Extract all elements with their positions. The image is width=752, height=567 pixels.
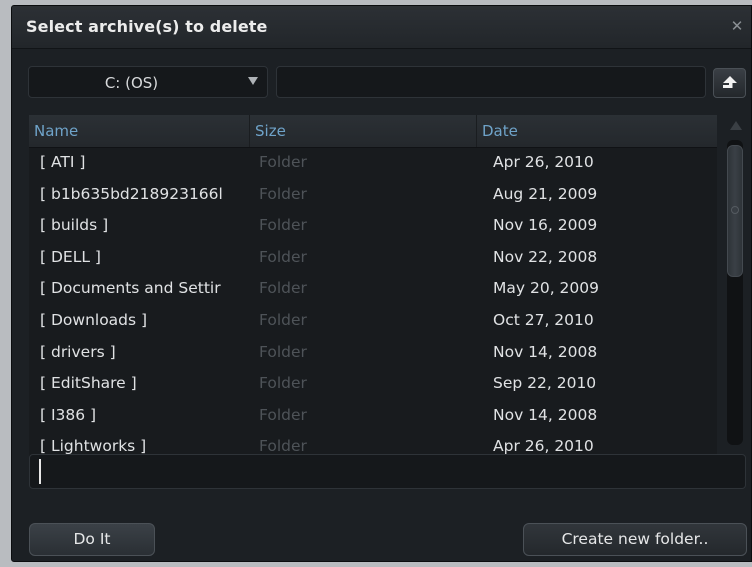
item-date: Apr 26, 2010 — [493, 437, 594, 456]
list-item[interactable]: [ b1b635bd218923166l Folder Aug 21, 2009 — [29, 180, 717, 212]
item-name: [ DELL ] — [40, 247, 101, 266]
item-name: [ I386 ] — [40, 405, 97, 424]
item-size: Folder — [259, 405, 307, 424]
text-caret — [39, 459, 41, 484]
column-header-date[interactable]: Date — [477, 115, 717, 147]
filename-input[interactable] — [29, 454, 746, 489]
list-item[interactable]: [ ATI ] Folder Apr 26, 2010 — [29, 148, 717, 180]
list-item[interactable]: [ EditShare ] Folder Sep 22, 2010 — [29, 369, 717, 401]
list-item[interactable]: [ builds ] Folder Nov 16, 2009 — [29, 211, 717, 243]
item-size: Folder — [259, 279, 307, 298]
item-date: Nov 14, 2008 — [493, 342, 598, 361]
item-name: [ ATI ] — [40, 153, 86, 171]
list-item[interactable]: [ drivers ] Folder Nov 14, 2008 — [29, 338, 717, 370]
item-name: [ Documents and Settir — [40, 279, 221, 298]
scroll-thumb[interactable] — [727, 145, 743, 277]
item-size: Folder — [259, 342, 307, 361]
list-item[interactable]: [ DELL ] Folder Nov 22, 2008 — [29, 243, 717, 275]
list-item[interactable]: [ Documents and Settir Folder May 20, 20… — [29, 274, 717, 306]
scroll-up-arrow-icon[interactable] — [730, 121, 742, 130]
item-name: [ b1b635bd218923166l — [40, 184, 223, 203]
column-header-name[interactable]: Name — [29, 115, 250, 147]
list-item[interactable]: [ I386 ] Folder Nov 14, 2008 — [29, 401, 717, 433]
column-header-size[interactable]: Size — [250, 115, 477, 147]
create-new-folder-button[interactable]: Create new folder.. — [523, 523, 747, 556]
up-folder-arrow-icon — [723, 76, 737, 88]
chevron-down-icon — [248, 77, 258, 85]
vertical-scrollbar[interactable] — [722, 115, 748, 473]
item-size: Folder — [259, 437, 307, 456]
title-bar[interactable]: Select archive(s) to delete ✕ — [12, 6, 751, 49]
item-size: Folder — [259, 247, 307, 266]
item-size: Folder — [259, 216, 307, 235]
file-list[interactable]: Name Size Date [ ATI ] Folder Apr 26, 20… — [29, 115, 717, 473]
drive-dropdown-value: C: (OS) — [104, 74, 159, 92]
drive-dropdown[interactable]: C: (OS) — [28, 66, 268, 98]
close-icon[interactable]: ✕ — [729, 18, 745, 34]
item-name: [ Lightworks ] — [40, 437, 147, 456]
list-header: Name Size Date — [29, 115, 717, 148]
item-date: Nov 16, 2009 — [493, 216, 598, 235]
path-input[interactable] — [276, 66, 706, 98]
item-name: [ EditShare ] — [40, 374, 137, 393]
item-date: Oct 27, 2010 — [493, 310, 594, 329]
item-name: [ drivers ] — [40, 342, 116, 361]
item-date: May 20, 2009 — [493, 279, 599, 298]
item-date: Apr 26, 2010 — [493, 153, 594, 171]
item-name: [ builds ] — [40, 216, 109, 235]
archive-delete-dialog: Select archive(s) to delete ✕ C: (OS) Na… — [11, 5, 752, 562]
item-name: [ Downloads ] — [40, 310, 148, 329]
scroll-grip-icon — [731, 206, 739, 214]
item-date: Aug 21, 2009 — [493, 184, 598, 203]
item-date: Sep 22, 2010 — [493, 374, 597, 393]
list-item[interactable]: [ Downloads ] Folder Oct 27, 2010 — [29, 306, 717, 338]
item-date: Nov 22, 2008 — [493, 247, 598, 266]
item-date: Nov 14, 2008 — [493, 405, 598, 424]
list-rows: [ ATI ] Folder Apr 26, 2010 [ b1b635bd21… — [29, 148, 717, 464]
parent-folder-button[interactable] — [713, 68, 746, 98]
item-size: Folder — [259, 310, 307, 329]
item-size: Folder — [259, 153, 307, 171]
item-size: Folder — [259, 184, 307, 203]
do-it-button[interactable]: Do It — [29, 523, 155, 556]
dialog-title: Select archive(s) to delete — [26, 17, 268, 36]
item-size: Folder — [259, 374, 307, 393]
